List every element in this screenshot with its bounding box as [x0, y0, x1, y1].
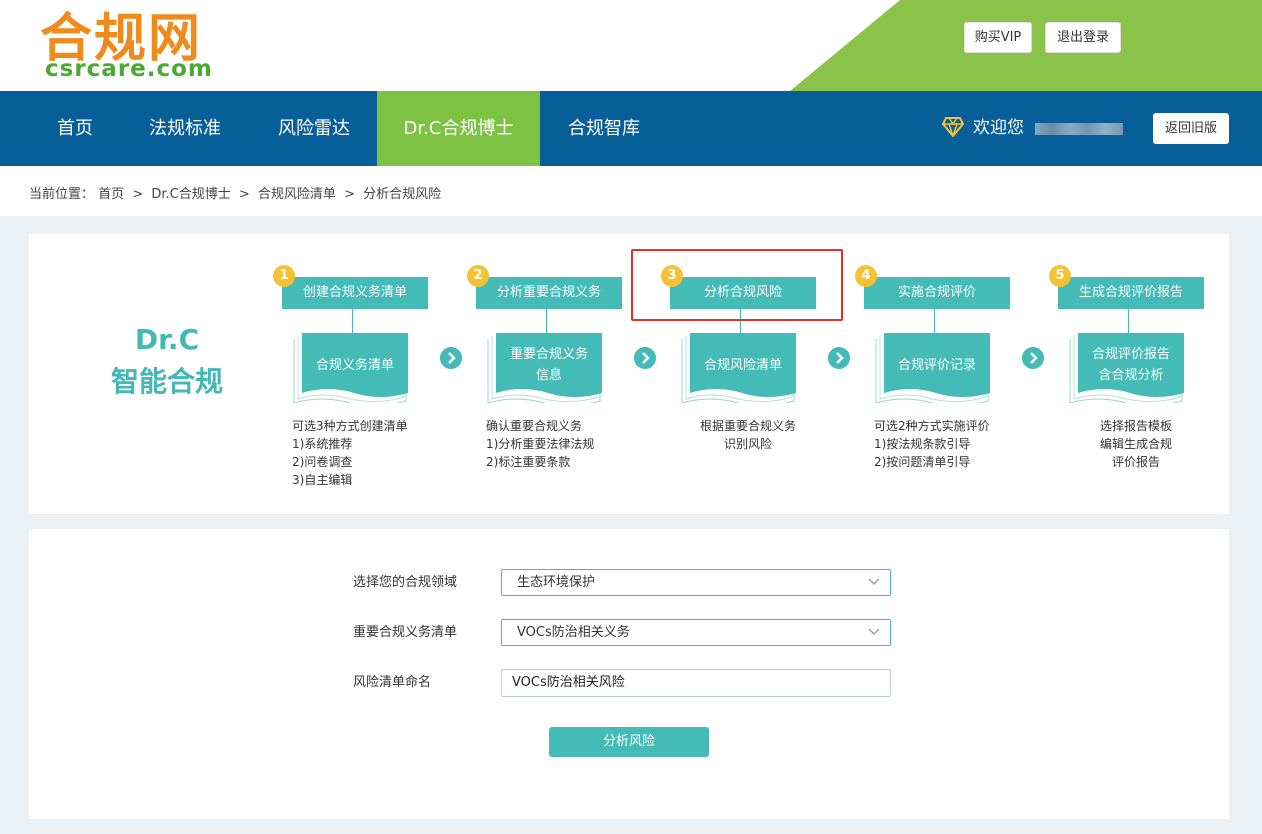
- chevron-right-icon: [440, 347, 462, 369]
- step-5-doc-label: 合规评价报告: [1091, 347, 1170, 362]
- step-1-title[interactable]: 创建合规义务清单: [282, 277, 428, 309]
- chevron-down-icon: [868, 628, 880, 635]
- breadcrumb-home[interactable]: 首页: [98, 187, 124, 202]
- step-2-title[interactable]: 分析重要合规义务: [476, 277, 622, 309]
- breadcrumb-drc[interactable]: Dr.C合规博士: [151, 187, 230, 202]
- desc-line: 1)按法规条款引导: [874, 437, 971, 451]
- welcome-text: 欢迎您: [973, 118, 1024, 138]
- breadcrumb-sep: >: [344, 187, 355, 202]
- step-2-doc-label-2: 信息: [535, 368, 562, 383]
- step-1-number: 1: [273, 265, 295, 287]
- obligation-select[interactable]: VOCs防治相关义务: [501, 619, 891, 646]
- chevron-down-icon: [868, 578, 880, 585]
- desc-line: 1)系统推荐: [292, 437, 353, 451]
- site-header: 合规网 csrcare.com 购买VIP 退出登录: [0, 0, 1262, 91]
- drc-intro-line1: Dr.C: [134, 323, 200, 356]
- breadcrumb: 当前位置： 首页 > Dr.C合规博士 > 合规风险清单 > 分析合规风险: [29, 183, 441, 202]
- step-3-document-icon: 合规风险清单: [680, 333, 796, 403]
- domain-select-value: 生态环境保护: [517, 575, 596, 590]
- risk-list-name-input[interactable]: VOCs防治相关风险: [501, 669, 891, 697]
- drc-intro: Dr.C 智能合规: [105, 323, 229, 400]
- step-2-description: 确认重要合规义务 1)分析重要法律法规 2)标注重要条款: [486, 417, 594, 471]
- domain-select[interactable]: 生态环境保护: [501, 569, 891, 596]
- risk-list-name-label: 风险清单命名: [353, 675, 432, 690]
- nav-item-home[interactable]: 首页: [29, 91, 121, 166]
- chevron-right-icon: [634, 347, 656, 369]
- step-1-connector: [352, 309, 353, 333]
- nav-item-drc[interactable]: Dr.C合规博士: [377, 91, 540, 166]
- breadcrumb-prefix: 当前位置：: [29, 187, 95, 202]
- desc-line: 2)问卷调查: [292, 455, 353, 469]
- step-4-document-icon: 合规评价记录: [874, 333, 990, 403]
- step-3-doc-label: 合规风险清单: [703, 357, 782, 373]
- return-old-version-button[interactable]: 返回旧版: [1153, 113, 1229, 144]
- step-2-connector: [546, 309, 547, 333]
- diamond-icon: [942, 117, 964, 137]
- step-4-description: 可选2种方式实施评价 1)按法规条款引导 2)按问题清单引导: [874, 417, 990, 471]
- step-5-doc-label-2: 含合规分析: [1098, 368, 1164, 383]
- step-5-document-icon: 合规评价报告 含合规分析: [1068, 333, 1184, 403]
- step-2-number: 2: [467, 265, 489, 287]
- desc-line: 评价报告: [1111, 455, 1160, 469]
- step-2-doc-label: 重要合规义务: [509, 347, 588, 362]
- breadcrumb-sep: >: [132, 187, 144, 202]
- desc-line: 确认重要合规义务: [486, 419, 583, 433]
- obligation-select-value: VOCs防治相关义务: [517, 625, 630, 640]
- desc-line: 可选3种方式创建清单: [292, 419, 408, 433]
- desc-line: 识别风险: [723, 437, 772, 451]
- chevron-right-icon: [1022, 347, 1044, 369]
- step-5-description: 选择报告模板 编辑生成合规 评价报告: [1088, 417, 1184, 471]
- logout-button[interactable]: 退出登录: [1045, 22, 1121, 53]
- desc-line: 选择报告模板: [1099, 419, 1172, 433]
- breadcrumb-risk-list[interactable]: 合规风险清单: [258, 187, 336, 202]
- main-nav: 首页 法规标准 风险雷达 Dr.C合规博士 合规智库 欢迎您 返回旧版: [0, 91, 1262, 166]
- chevron-right-icon: [828, 347, 850, 369]
- breadcrumb-current: 分析合规风险: [363, 187, 442, 202]
- desc-line: 3)自主编辑: [292, 473, 353, 487]
- drc-intro-line2: 智能合规: [110, 365, 223, 398]
- buy-vip-button[interactable]: 购买VIP: [964, 22, 1032, 53]
- desc-line: 1)分析重要法律法规: [486, 437, 595, 451]
- step-1-description: 可选3种方式创建清单 1)系统推荐 2)问卷调查 3)自主编辑: [292, 417, 408, 489]
- step-4-connector: [934, 309, 935, 333]
- nav-item-risk-radar[interactable]: 风险雷达: [254, 91, 374, 166]
- obligation-label: 重要合规义务清单: [353, 625, 458, 640]
- breadcrumb-sep: >: [238, 187, 250, 202]
- step-5-title[interactable]: 生成合规评价报告: [1058, 277, 1204, 309]
- logo-domain[interactable]: csrcare.com: [45, 56, 213, 82]
- desc-line: 2)标注重要条款: [486, 455, 571, 469]
- step-4-doc-label: 合规评价记录: [897, 357, 976, 373]
- step-4-title[interactable]: 实施合规评价: [864, 277, 1010, 309]
- breadcrumb-bar: 当前位置： 首页 > Dr.C合规博士 > 合规风险清单 > 分析合规风险: [0, 166, 1262, 216]
- step-3-description: 根据重要合规义务 识别风险: [700, 417, 796, 453]
- nav-item-regulations[interactable]: 法规标准: [125, 91, 245, 166]
- desc-line: 2)按问题清单引导: [874, 455, 971, 469]
- step-5-connector: [1128, 309, 1129, 333]
- step-5-number: 5: [1049, 265, 1071, 287]
- desc-line: 可选2种方式实施评价: [874, 419, 990, 433]
- step-1-document-icon: 合规义务清单: [292, 333, 408, 403]
- current-step-highlight: [631, 249, 843, 321]
- domain-label: 选择您的合规领域: [353, 575, 458, 590]
- username-blurred: [1035, 123, 1123, 135]
- step-4-number: 4: [855, 265, 877, 287]
- desc-line: 编辑生成合规: [1099, 437, 1172, 451]
- step-1-doc-label: 合规义务清单: [315, 357, 394, 373]
- analyze-risk-button[interactable]: 分析风险: [549, 727, 709, 757]
- desc-line: 根据重要合规义务: [700, 419, 797, 433]
- step-2-document-icon: 重要合规义务 信息: [486, 333, 602, 403]
- nav-item-think-tank[interactable]: 合规智库: [546, 91, 662, 166]
